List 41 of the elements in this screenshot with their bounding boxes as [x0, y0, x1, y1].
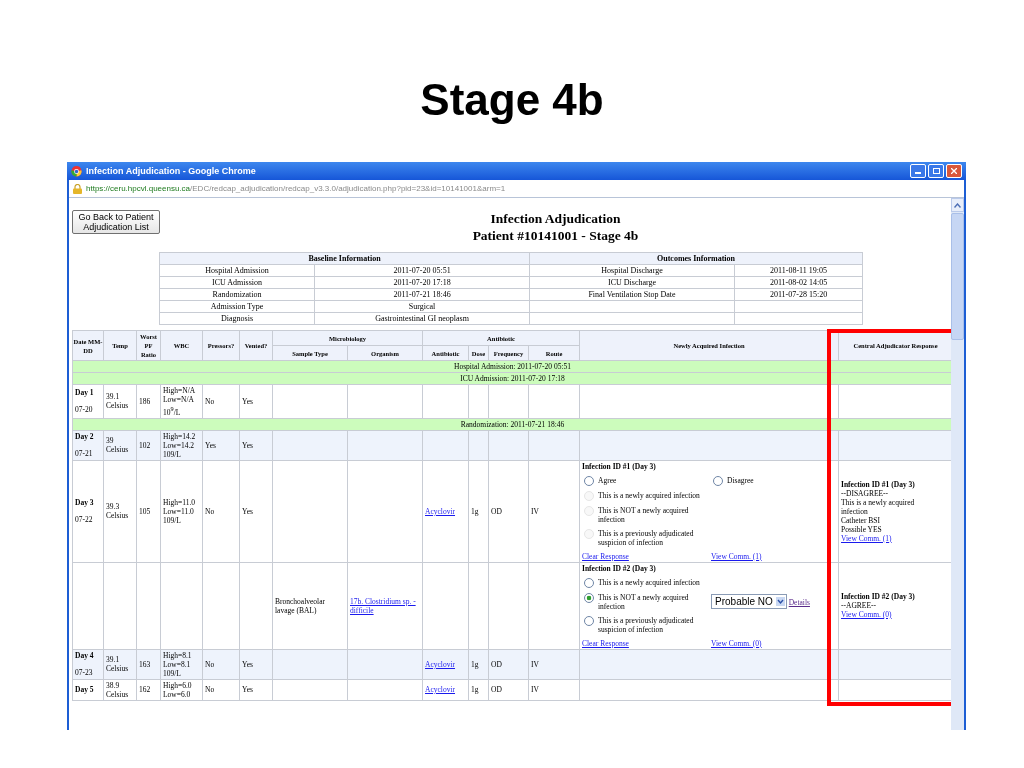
table-cell: 2011-08-11 19:05 — [734, 264, 863, 277]
browser-logo-icon — [71, 165, 82, 177]
close-icon — [951, 168, 957, 174]
table-cell: Surgical — [314, 300, 530, 313]
table-cell: Gastrointestinal GI neoplasm — [314, 312, 530, 325]
lock-icon — [73, 183, 82, 194]
close-button[interactable] — [946, 164, 962, 178]
window-title: Infection Adjudication - Google Chrome — [86, 166, 256, 176]
page-heading: Patient #10141001 - Stage 4b — [472, 227, 639, 244]
slide-title: Stage 4b — [420, 74, 604, 126]
radio-button[interactable] — [584, 475, 594, 486]
table-cell: 2011-07-28 15:20 — [734, 288, 863, 301]
address-bar[interactable]: https://ceru.hpcvl.queensu.ca/EDC/redcap_adjudication/redcap_v3.3.0/adjudication.php?pid=23&id=10141001&arm=1 — [69, 180, 964, 198]
table-cell: Diagnosis — [159, 312, 315, 325]
table-cell: ICU Admission — [159, 276, 315, 289]
table-cell: 2011-08-02 14:05 — [734, 276, 863, 289]
table-cell: ICU Discharge — [529, 276, 735, 289]
url-text: https://ceru.hpcvl.queensu.ca/EDC/redcap_adjudication/redcap_v3.3.0/adjudication.php?pid=23&id=10141001&arm=1 — [86, 184, 506, 193]
table-cell: Hospital Admission — [159, 264, 315, 277]
radio-button[interactable] — [584, 615, 594, 626]
maximize-icon — [932, 168, 940, 174]
radio-button[interactable] — [584, 592, 594, 603]
caret-icon — [775, 597, 785, 606]
table-cell: Randomization — [159, 288, 315, 301]
radio-button[interactable] — [584, 577, 594, 588]
table-header: Outcomes Information — [529, 252, 863, 265]
dropdown[interactable]: Probable NO — [711, 594, 787, 609]
scroll-up-button[interactable] — [951, 198, 964, 212]
table-cell: Hospital Discharge — [529, 264, 735, 277]
radio-button[interactable] — [713, 475, 723, 486]
scroll-thumb[interactable] — [951, 213, 964, 340]
back-button[interactable]: Go Back to Patient Adjudication List — [72, 210, 160, 234]
page-heading: Infection Adjudication — [490, 210, 621, 227]
table-cell: Admission Type — [159, 300, 315, 313]
table-cell: 2011-07-20 05:51 — [314, 264, 530, 277]
table-cell: 2011-07-20 17:18 — [314, 276, 530, 289]
table-cell: 2011-07-21 18:46 — [314, 288, 530, 301]
minimize-button[interactable] — [910, 164, 926, 178]
maximize-button[interactable] — [928, 164, 944, 178]
table-cell: Final Ventilation Stop Date — [529, 288, 735, 301]
table-header: Baseline Information — [159, 252, 530, 265]
